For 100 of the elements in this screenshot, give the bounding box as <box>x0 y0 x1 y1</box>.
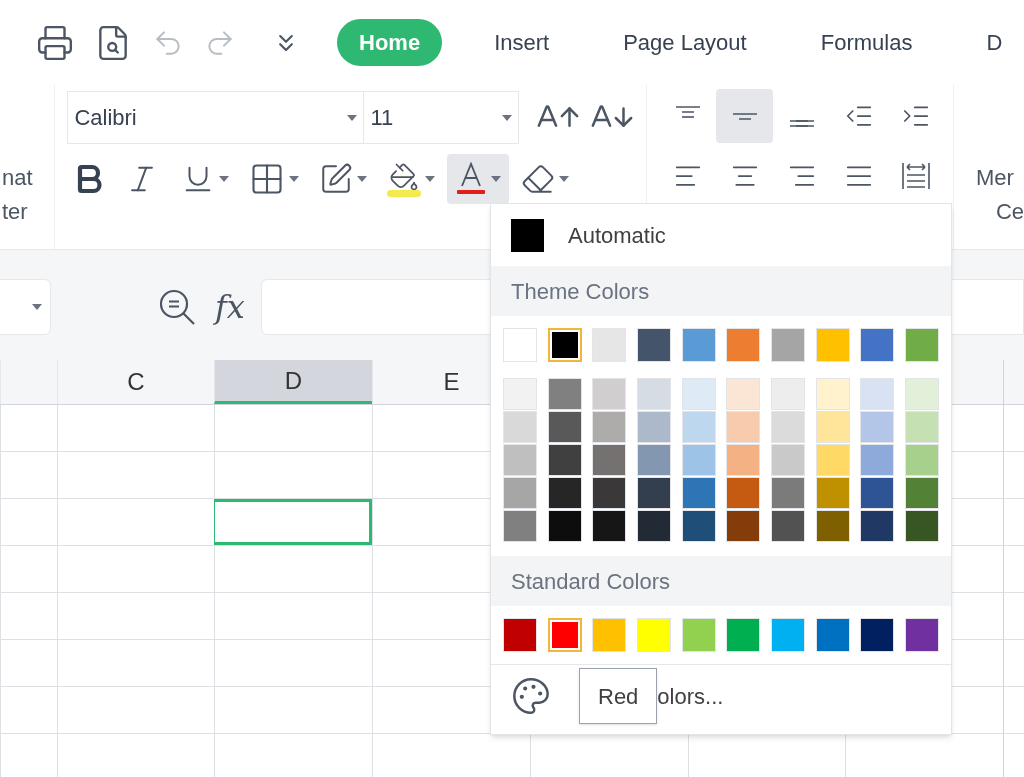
color-swatch[interactable] <box>503 618 537 652</box>
color-swatch[interactable] <box>592 477 627 509</box>
tooltip: Red <box>579 668 658 724</box>
color-swatch[interactable] <box>770 618 805 652</box>
color-swatch[interactable] <box>503 411 537 443</box>
color-swatch[interactable] <box>636 411 671 443</box>
function-label[interactable]: fx <box>215 283 245 331</box>
color-swatch[interactable] <box>592 618 627 652</box>
font-name-combobox[interactable]: Calibri <box>67 91 365 144</box>
color-swatch[interactable] <box>592 328 627 362</box>
ribbon-tab[interactable]: Formulas <box>798 19 935 66</box>
color-swatch[interactable] <box>636 510 671 542</box>
more-colors-label[interactable]: olors... <box>657 679 724 713</box>
color-swatch[interactable] <box>815 411 850 443</box>
color-swatch[interactable] <box>815 477 850 509</box>
font-size-combobox[interactable]: 11 <box>364 91 520 144</box>
middle-align-icon <box>731 112 758 120</box>
color-swatch[interactable] <box>592 510 627 542</box>
color-swatch[interactable] <box>547 444 582 476</box>
color-swatch[interactable] <box>904 477 939 509</box>
color-swatch[interactable] <box>860 510 895 542</box>
color-swatch[interactable] <box>681 618 716 652</box>
selected-cell[interactable] <box>214 499 372 545</box>
color-swatch[interactable] <box>860 444 895 476</box>
color-swatch[interactable] <box>860 618 895 652</box>
color-swatch[interactable] <box>547 510 582 542</box>
zoom-icon[interactable] <box>157 287 197 327</box>
color-swatch[interactable] <box>503 444 537 476</box>
color-swatch[interactable] <box>904 328 939 362</box>
color-swatch[interactable] <box>636 477 671 509</box>
column-header[interactable]: D <box>214 360 372 404</box>
color-swatch[interactable] <box>770 328 805 362</box>
alignment-button[interactable] <box>716 89 774 143</box>
color-swatch[interactable] <box>547 328 582 362</box>
color-swatch[interactable] <box>770 510 805 542</box>
print-icon[interactable] <box>36 23 74 62</box>
color-swatch[interactable] <box>636 618 671 652</box>
color-swatch[interactable] <box>636 444 671 476</box>
eraser-icon <box>521 162 556 196</box>
color-swatch[interactable] <box>636 378 671 410</box>
color-swatch[interactable] <box>592 378 627 410</box>
ribbon-tab[interactable]: Page Layout <box>601 19 769 66</box>
color-swatch[interactable] <box>904 444 939 476</box>
color-swatch[interactable] <box>726 411 761 443</box>
caret-icon <box>32 304 42 310</box>
color-swatch[interactable] <box>815 618 850 652</box>
color-swatch[interactable] <box>503 477 537 509</box>
color-swatch[interactable] <box>860 378 895 410</box>
color-swatch[interactable] <box>860 477 895 509</box>
paint-bucket-icon <box>389 161 420 192</box>
color-swatch[interactable] <box>681 444 716 476</box>
color-swatch[interactable] <box>770 477 805 509</box>
color-swatch[interactable] <box>636 328 671 362</box>
color-swatch[interactable] <box>547 618 582 652</box>
format-painter-label[interactable]: ter <box>2 195 28 229</box>
color-swatch[interactable] <box>547 477 582 509</box>
section-header: Standard Colors <box>511 567 670 596</box>
color-swatch[interactable] <box>547 411 582 443</box>
color-swatch[interactable] <box>815 328 850 362</box>
top-align-icon <box>674 106 701 118</box>
color-swatch[interactable] <box>904 510 939 542</box>
color-swatch[interactable] <box>770 444 805 476</box>
color-swatch[interactable] <box>860 411 895 443</box>
color-swatch[interactable] <box>681 477 716 509</box>
caret-icon <box>289 176 300 182</box>
color-swatch[interactable] <box>503 328 537 362</box>
color-swatch[interactable] <box>904 378 939 410</box>
color-swatch[interactable] <box>681 328 716 362</box>
color-swatch[interactable] <box>681 411 716 443</box>
merge-center-label[interactable]: Ce <box>975 195 1024 229</box>
color-swatch[interactable] <box>726 618 761 652</box>
color-swatch[interactable] <box>592 444 627 476</box>
automatic-item[interactable]: Automatic <box>491 204 951 266</box>
color-swatch[interactable] <box>726 477 761 509</box>
font-color-button[interactable] <box>447 154 510 204</box>
color-swatch[interactable] <box>681 378 716 410</box>
color-swatch[interactable] <box>860 328 895 362</box>
caret-icon <box>357 176 368 182</box>
merge-center-label[interactable]: Mer <box>975 161 1024 195</box>
palette-icon <box>511 676 551 716</box>
ribbon-tab[interactable]: Insert <box>472 19 572 66</box>
color-swatch[interactable] <box>726 328 761 362</box>
format-painter-label[interactable]: nat <box>2 161 33 195</box>
color-swatch[interactable] <box>503 378 537 410</box>
ribbon-tab[interactable]: D <box>964 19 1024 66</box>
color-swatch[interactable] <box>503 510 537 542</box>
color-swatch[interactable] <box>681 510 716 542</box>
color-swatch[interactable] <box>770 378 805 410</box>
color-swatch[interactable] <box>815 444 850 476</box>
color-swatch[interactable] <box>815 510 850 542</box>
color-swatch[interactable] <box>726 510 761 542</box>
color-swatch[interactable] <box>904 411 939 443</box>
caret-icon <box>559 176 570 182</box>
color-swatch[interactable] <box>592 411 627 443</box>
color-swatch[interactable] <box>815 378 850 410</box>
color-swatch[interactable] <box>547 378 582 410</box>
color-swatch[interactable] <box>904 618 939 652</box>
color-swatch[interactable] <box>726 444 761 476</box>
color-swatch[interactable] <box>770 411 805 443</box>
color-swatch[interactable] <box>726 378 761 410</box>
